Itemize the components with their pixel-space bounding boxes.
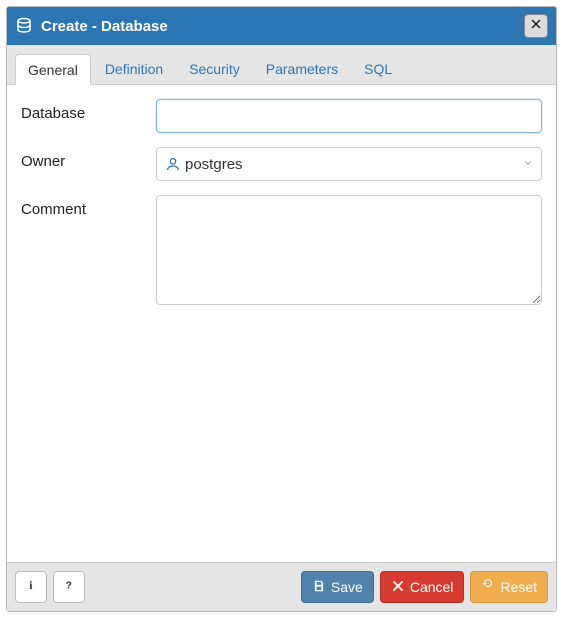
cancel-icon (391, 579, 405, 596)
save-button[interactable]: Save (301, 571, 374, 603)
save-label: Save (331, 579, 363, 595)
svg-text:?: ? (66, 579, 72, 591)
create-database-dialog: Create - Database General Definition Sec… (6, 6, 557, 612)
database-icon (15, 17, 33, 35)
label-comment: Comment (21, 195, 156, 218)
reset-label: Reset (500, 579, 537, 595)
chevron-down-icon (523, 155, 533, 173)
label-owner: Owner (21, 147, 156, 170)
titlebar: Create - Database (7, 7, 556, 45)
svg-text:i: i (29, 579, 33, 592)
label-database: Database (21, 99, 156, 122)
info-button[interactable]: i (15, 571, 47, 603)
help-icon: ? (62, 578, 76, 597)
tab-general[interactable]: General (15, 54, 91, 85)
row-comment: Comment (21, 195, 542, 310)
row-database: Database (21, 99, 542, 133)
reset-icon (481, 579, 495, 596)
window-title: Create - Database (41, 18, 524, 35)
tab-bar: General Definition Security Parameters S… (7, 45, 556, 85)
tab-security[interactable]: Security (177, 54, 252, 85)
close-button[interactable] (524, 14, 548, 38)
owner-value: postgres (185, 156, 523, 173)
owner-select[interactable]: postgres (156, 147, 542, 181)
cancel-label: Cancel (410, 579, 454, 595)
tab-panel-general: Database Owner postgres (7, 85, 556, 562)
reset-button[interactable]: Reset (470, 571, 548, 603)
cancel-button[interactable]: Cancel (380, 571, 465, 603)
tab-parameters[interactable]: Parameters (254, 54, 350, 85)
database-input[interactable] (156, 99, 542, 133)
dialog-footer: i ? Save Cancel Reset (7, 562, 556, 611)
comment-textarea[interactable] (156, 195, 542, 305)
tab-definition[interactable]: Definition (93, 54, 175, 85)
help-button[interactable]: ? (53, 571, 85, 603)
close-icon (530, 17, 542, 35)
info-icon: i (24, 578, 38, 597)
tab-sql[interactable]: SQL (352, 54, 404, 85)
save-icon (312, 579, 326, 596)
user-icon (165, 156, 181, 172)
row-owner: Owner postgres (21, 147, 542, 181)
